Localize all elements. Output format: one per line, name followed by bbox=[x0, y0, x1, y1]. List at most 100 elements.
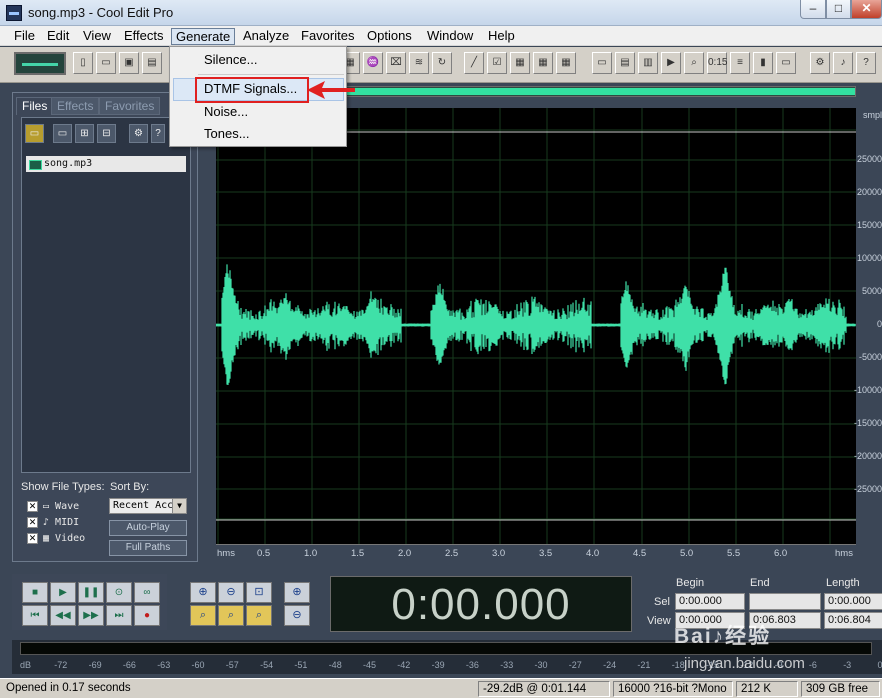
amplitude-tick-label: -15000 bbox=[853, 418, 882, 428]
zoom-in-vertical-icon[interactable]: ⊕ bbox=[284, 582, 310, 603]
strip-icon[interactable]: ▭ bbox=[776, 52, 796, 74]
view-length-field[interactable]: 0:06.804 bbox=[824, 612, 882, 629]
options-icon[interactable]: ⚙ bbox=[129, 124, 148, 143]
ebe-icon[interactable]: ≡ bbox=[730, 52, 750, 74]
help-icon[interactable]: ? bbox=[151, 124, 165, 143]
fast-forward-button[interactable]: ▶▶ bbox=[78, 605, 104, 626]
minimize-button[interactable]: – bbox=[800, 0, 826, 19]
noise-icon[interactable]: ≋ bbox=[409, 52, 429, 74]
time-tick-label: 3.0 bbox=[492, 548, 506, 559]
record-button[interactable]: ● bbox=[134, 605, 160, 626]
sel-length-field[interactable]: 0:00.000 bbox=[824, 593, 882, 610]
spectral-icon[interactable]: ☑ bbox=[487, 52, 507, 74]
go-to-end-button[interactable]: ⏭ bbox=[106, 605, 132, 626]
maximize-button[interactable]: □ bbox=[826, 0, 851, 19]
amplitude-tick-label: 0 bbox=[876, 319, 882, 329]
amplitude-tick-label: -20000 bbox=[853, 451, 882, 461]
tab-files[interactable]: Files bbox=[16, 97, 54, 115]
sel-label: Sel bbox=[654, 596, 670, 608]
new-icon[interactable]: ▯ bbox=[73, 52, 93, 74]
zoom-out-icon[interactable]: ⊖ bbox=[218, 582, 244, 603]
open-icon[interactable]: ▭ bbox=[96, 52, 116, 74]
full-paths-button[interactable]: Full Paths bbox=[109, 540, 187, 556]
app-icon[interactable] bbox=[6, 5, 22, 21]
close-button[interactable]: ✕ bbox=[851, 0, 882, 19]
menu-window[interactable]: Window bbox=[423, 28, 477, 45]
overview-visible-range[interactable] bbox=[345, 88, 855, 95]
close-file-icon[interactable]: ▭ bbox=[53, 124, 72, 143]
menu-item-silence[interactable]: Silence... bbox=[173, 49, 344, 71]
video-checkbox[interactable]: ✕ bbox=[27, 533, 38, 544]
rewind-button[interactable]: ◀◀ bbox=[50, 605, 76, 626]
menu-analyze[interactable]: Analyze bbox=[239, 28, 293, 45]
frequency-icon[interactable]: ╱ bbox=[464, 52, 484, 74]
level-tick-label: -48 bbox=[328, 660, 342, 670]
window-icon[interactable]: ▭ bbox=[592, 52, 612, 74]
grid3-icon[interactable]: ▦ bbox=[556, 52, 576, 74]
window2-icon[interactable]: ▤ bbox=[615, 52, 635, 74]
menu-favorites[interactable]: Favorites bbox=[297, 28, 358, 45]
amplitude-tick-label: 5000 bbox=[861, 286, 882, 296]
edit-file-icon[interactable]: ⊟ bbox=[97, 124, 116, 143]
window3-icon[interactable]: ▥ bbox=[638, 52, 658, 74]
status-level: -29.2dB @ 0:01.144 bbox=[478, 681, 610, 697]
level-tick-label: -51 bbox=[294, 660, 308, 670]
multi-icon[interactable]: ⚙ bbox=[810, 52, 830, 74]
insert-file-icon[interactable]: ⊞ bbox=[75, 124, 94, 143]
zoom-full-icon[interactable]: ⊡ bbox=[246, 582, 272, 603]
level-tick-label: -63 bbox=[157, 660, 171, 670]
tab-effects[interactable]: Effects bbox=[51, 97, 100, 115]
zoom-icon[interactable]: ⌕ bbox=[684, 52, 704, 74]
zoom-selection-icon[interactable]: ⌕ bbox=[246, 605, 272, 626]
sel-begin-field[interactable]: 0:00.000 bbox=[675, 593, 745, 610]
wave-icon[interactable]: ♒ bbox=[363, 52, 383, 74]
sort-by-value: Recent Acc bbox=[113, 500, 174, 511]
menu-file[interactable]: File bbox=[10, 28, 39, 45]
menu-item-tones[interactable]: Tones... bbox=[173, 123, 344, 145]
zoom-right-icon[interactable]: ⌕ bbox=[218, 605, 244, 626]
midi-checkbox[interactable]: ✕ bbox=[27, 517, 38, 528]
loop-icon[interactable]: ↻ bbox=[432, 52, 452, 74]
time-tick-label: hms bbox=[835, 548, 853, 559]
fx-icon[interactable]: ♪ bbox=[833, 52, 853, 74]
time-tick-label: 5.0 bbox=[680, 548, 694, 559]
sel-end-field[interactable] bbox=[749, 593, 821, 610]
menu-generate[interactable]: Generate bbox=[171, 28, 236, 45]
loop-button[interactable]: ∞ bbox=[134, 582, 160, 603]
zoom-out-vertical-icon[interactable]: ⊖ bbox=[284, 605, 310, 626]
mode-toggle-icon[interactable] bbox=[14, 52, 66, 75]
play-icon[interactable]: ▶ bbox=[661, 52, 681, 74]
sort-by-select[interactable]: Recent Acc ▼ bbox=[109, 498, 187, 514]
zoom-in-icon[interactable]: ⊕ bbox=[190, 582, 216, 603]
amplitude-tick-label: -5000 bbox=[858, 352, 882, 362]
crop-icon[interactable]: ⌧ bbox=[386, 52, 406, 74]
color-icon[interactable]: ▮ bbox=[753, 52, 773, 74]
pause-button[interactable]: ❚❚ bbox=[78, 582, 104, 603]
play-to-end-button[interactable]: ⊙ bbox=[106, 582, 132, 603]
tab-favorites[interactable]: Favorites bbox=[99, 97, 161, 115]
waveform-display[interactable] bbox=[216, 108, 856, 544]
menu-options[interactable]: Options bbox=[363, 28, 416, 45]
open-folder-icon[interactable]: ▭ bbox=[25, 124, 44, 143]
menu-item-noise[interactable]: Noise... bbox=[173, 101, 344, 123]
grid2-icon[interactable]: ▦ bbox=[533, 52, 553, 74]
menu-view[interactable]: View bbox=[79, 28, 115, 45]
help-icon[interactable]: ? bbox=[856, 52, 876, 74]
time-icon[interactable]: 0:15 bbox=[707, 52, 727, 74]
auto-play-button[interactable]: Auto-Play bbox=[109, 520, 187, 536]
zoom-left-icon[interactable]: ⌕ bbox=[190, 605, 216, 626]
save-as-icon[interactable]: ▤ bbox=[142, 52, 162, 74]
play-button[interactable]: ▶ bbox=[50, 582, 76, 603]
menu-effects[interactable]: Effects bbox=[120, 28, 168, 45]
go-to-start-button[interactable]: ⏮ bbox=[22, 605, 48, 626]
menu-help[interactable]: Help bbox=[484, 28, 519, 45]
level-tick-label: -69 bbox=[88, 660, 102, 670]
transport-controls: ■ ▶ ❚❚ ⊙ ∞ ⏮ ◀◀ ▶▶ ⏭ ● bbox=[12, 574, 167, 630]
wave-checkbox[interactable]: ✕ bbox=[27, 501, 38, 512]
menu-edit[interactable]: Edit bbox=[43, 28, 73, 45]
grid-icon[interactable]: ▦ bbox=[510, 52, 530, 74]
save-icon[interactable]: ▣ bbox=[119, 52, 139, 74]
stop-button[interactable]: ■ bbox=[22, 582, 48, 603]
chevron-down-icon[interactable]: ▼ bbox=[172, 499, 186, 513]
file-item-song[interactable]: song.mp3 bbox=[26, 156, 186, 172]
